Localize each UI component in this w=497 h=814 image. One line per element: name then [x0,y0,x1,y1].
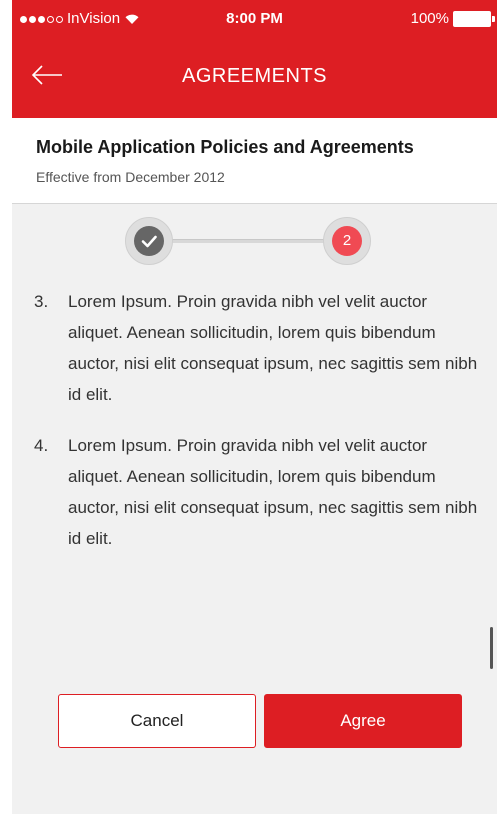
status-bar: InVision 8:00 PM 100% [12,0,497,38]
scrollbar[interactable] [490,627,493,669]
document-header: Mobile Application Policies and Agreemen… [12,118,497,204]
document-effective-date: Effective from December 2012 [36,169,225,185]
step-complete-badge [134,226,164,256]
app-header: InVision 8:00 PM 100% AGREEMENTS [12,0,497,118]
step-complete [125,217,173,265]
carrier-info: InVision [20,0,140,38]
step-current-number: 2 [332,226,362,256]
battery-status: 100% [410,0,495,38]
phone-screen: InVision 8:00 PM 100% AGREEMENTS Mobile [12,0,497,814]
step-current: 2 [323,217,371,265]
nav-bar: AGREEMENTS [12,38,497,118]
arrow-left-icon [31,65,62,85]
signal-strength-icon [20,15,63,23]
battery-percent: 100% [410,10,449,27]
agree-button[interactable]: Agree [264,694,462,748]
battery-icon [453,11,495,27]
list-item: 4. Lorem Ipsum. Proin gravida nibh vel v… [30,430,490,554]
checkmark-icon [141,235,157,248]
page-title: AGREEMENTS [181,65,328,87]
wifi-icon [125,14,139,24]
term-number: 4. [34,436,49,455]
stepper-connector [165,239,333,243]
terms-list: 3. Lorem Ipsum. Proin gravida nibh vel v… [30,286,490,574]
document-title: Mobile Application Policies and Agreemen… [36,137,414,157]
term-number: 3. [34,292,49,311]
back-button[interactable] [30,60,70,100]
carrier-name: InVision [67,10,121,27]
progress-stepper: 2 [125,217,371,265]
term-text: Lorem Ipsum. Proin gravida nibh vel veli… [68,436,478,548]
term-text: Lorem Ipsum. Proin gravida nibh vel veli… [68,292,478,404]
list-item: 3. Lorem Ipsum. Proin gravida nibh vel v… [30,286,490,410]
cancel-button[interactable]: Cancel [58,694,256,748]
